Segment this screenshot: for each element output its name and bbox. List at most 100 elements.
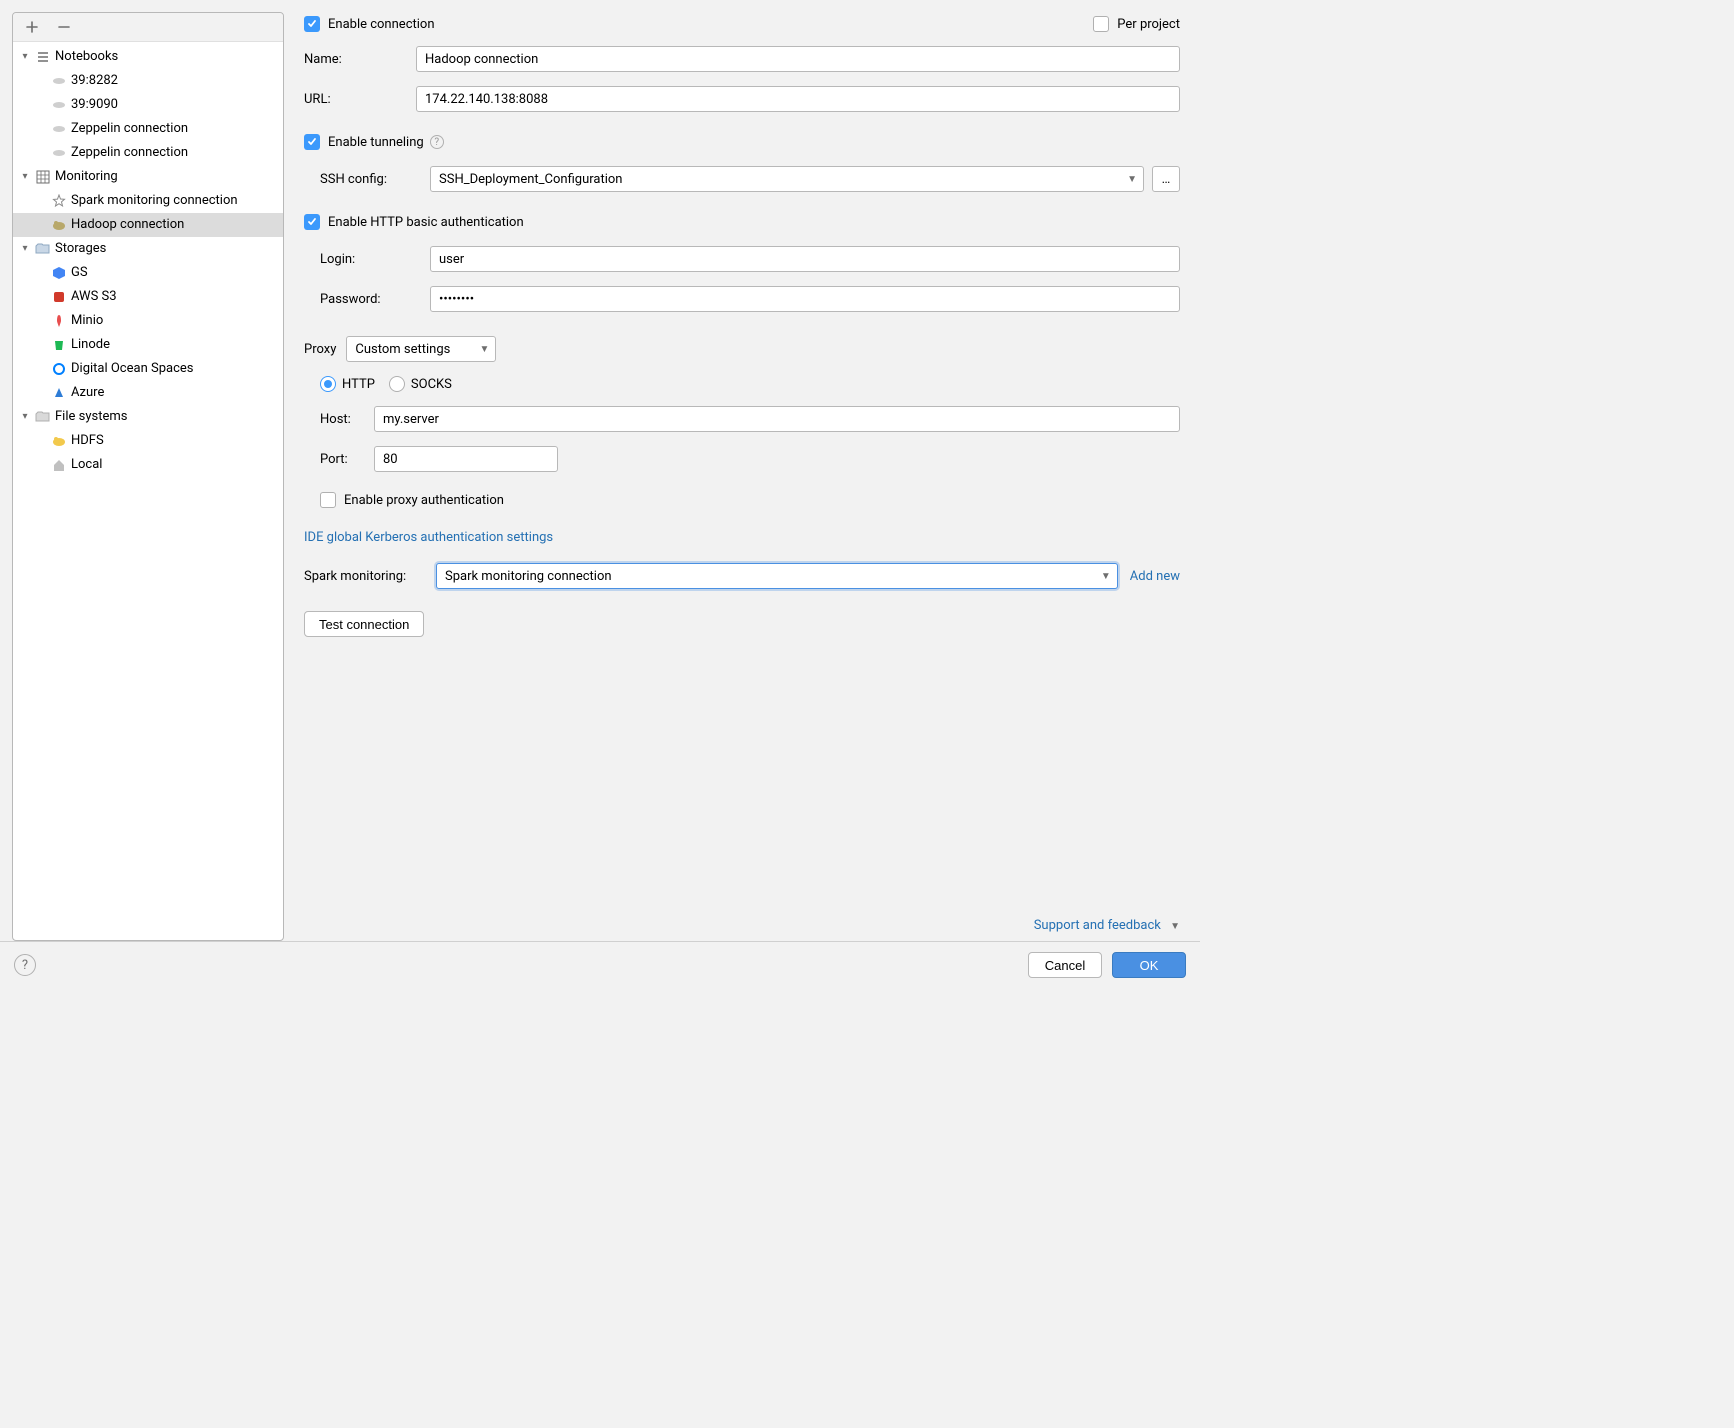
spark-monitoring-value: Spark monitoring connection <box>445 569 612 584</box>
ssh-config-label: SSH config: <box>320 172 430 187</box>
port-label: Port: <box>320 452 374 467</box>
login-label: Login: <box>320 252 430 267</box>
aws-icon <box>51 289 67 305</box>
tree-item[interactable]: 39:9090 <box>13 93 283 117</box>
zeppelin-icon <box>51 73 67 89</box>
proxy-label: Proxy <box>304 342 336 357</box>
url-input[interactable] <box>416 86 1180 112</box>
sidebar: ▾ Notebooks 39:8282 39:9090 Zeppelin con… <box>12 12 284 941</box>
tree-item-label: Zeppelin connection <box>71 143 188 163</box>
minio-icon <box>51 313 67 329</box>
per-project-checkbox[interactable] <box>1093 16 1109 32</box>
tree-item-label: Local <box>71 455 102 475</box>
help-button[interactable]: ? <box>14 954 36 976</box>
tree-group-monitoring[interactable]: ▾ Monitoring <box>13 165 283 189</box>
ok-button[interactable]: OK <box>1112 952 1186 978</box>
name-label: Name: <box>304 52 416 67</box>
enable-connection-checkbox[interactable] <box>304 16 320 32</box>
zeppelin-icon <box>51 97 67 113</box>
host-input[interactable] <box>374 406 1180 432</box>
hdfs-icon <box>51 433 67 449</box>
tree-item[interactable]: 39:8282 <box>13 69 283 93</box>
tree-item-label: HDFS <box>71 431 104 451</box>
form-panel: Enable connection Per project Name: URL:… <box>300 12 1188 941</box>
chevron-down-icon: ▾ <box>19 407 31 427</box>
tree-item-label: Zeppelin connection <box>71 119 188 139</box>
tree-item-label: 39:9090 <box>71 95 118 115</box>
enable-proxy-auth-checkbox[interactable] <box>320 492 336 508</box>
password-label: Password: <box>320 292 430 307</box>
enable-http-basic-label: Enable HTTP basic authentication <box>328 215 524 230</box>
tree-item[interactable]: Digital Ocean Spaces <box>13 357 283 381</box>
host-label: Host: <box>320 412 374 427</box>
add-button[interactable] <box>23 18 41 36</box>
tree-item-label: Spark monitoring connection <box>71 191 238 211</box>
table-icon <box>35 169 51 185</box>
tree-item[interactable]: Zeppelin connection <box>13 141 283 165</box>
proxy-mode-select[interactable]: Custom settings ▼ <box>346 336 496 362</box>
tree-item[interactable]: Linode <box>13 333 283 357</box>
dialog-footer: ? Cancel OK <box>0 941 1200 988</box>
tree-item-label: Azure <box>71 383 104 403</box>
enable-tunneling-label: Enable tunneling <box>328 135 424 150</box>
tree-item-label: Hadoop connection <box>71 215 184 235</box>
tree-group-notebooks[interactable]: ▾ Notebooks <box>13 45 283 69</box>
proxy-http-radio[interactable] <box>320 376 336 392</box>
chevron-down-icon: ▼ <box>1101 571 1111 582</box>
remove-button[interactable] <box>55 18 73 36</box>
login-input[interactable] <box>430 246 1180 272</box>
tree-item[interactable]: Local <box>13 453 283 477</box>
hadoop-icon <box>51 217 67 233</box>
folder-cloud-icon <box>35 241 51 257</box>
enable-connection-label: Enable connection <box>328 17 435 32</box>
support-feedback-link[interactable]: Support and feedback ▼ <box>1034 918 1180 933</box>
tree-item[interactable]: GS <box>13 261 283 285</box>
tree-item[interactable]: Minio <box>13 309 283 333</box>
tree-group-storages[interactable]: ▾ Storages <box>13 237 283 261</box>
tree-item[interactable]: AWS S3 <box>13 285 283 309</box>
name-input[interactable] <box>416 46 1180 72</box>
zeppelin-icon <box>51 145 67 161</box>
enable-tunneling-checkbox[interactable] <box>304 134 320 150</box>
per-project-label: Per project <box>1117 17 1180 32</box>
tree-group-label: Monitoring <box>55 167 118 187</box>
spark-icon <box>51 193 67 209</box>
proxy-socks-radio[interactable] <box>389 376 405 392</box>
enable-proxy-auth-label: Enable proxy authentication <box>344 493 504 508</box>
tree-group-label: Notebooks <box>55 47 118 67</box>
tree: ▾ Notebooks 39:8282 39:9090 Zeppelin con… <box>13 42 283 940</box>
test-connection-button[interactable]: Test connection <box>304 611 424 637</box>
chevron-down-icon: ▼ <box>1170 921 1180 932</box>
port-input[interactable] <box>374 446 558 472</box>
tree-item[interactable]: Azure <box>13 381 283 405</box>
notebooks-icon <box>35 49 51 65</box>
folder-icon <box>35 409 51 425</box>
add-new-link[interactable]: Add new <box>1130 569 1180 584</box>
kerberos-settings-link[interactable]: IDE global Kerberos authentication setti… <box>304 530 553 545</box>
azure-icon <box>51 385 67 401</box>
tree-item-label: GS <box>71 263 88 283</box>
tree-item-label: AWS S3 <box>71 287 117 307</box>
home-icon <box>51 457 67 473</box>
tree-item-label: Digital Ocean Spaces <box>71 359 193 379</box>
chevron-down-icon: ▾ <box>19 239 31 259</box>
enable-http-basic-checkbox[interactable] <box>304 214 320 230</box>
tree-item[interactable]: Zeppelin connection <box>13 117 283 141</box>
proxy-socks-label: SOCKS <box>411 377 452 392</box>
help-icon[interactable]: ? <box>430 135 444 149</box>
gs-icon <box>51 265 67 281</box>
ssh-config-select[interactable]: SSH_Deployment_Configuration ▼ <box>430 166 1144 192</box>
tree-group-label: File systems <box>55 407 127 427</box>
password-input[interactable] <box>430 286 1180 312</box>
tree-item-spark-monitoring[interactable]: Spark monitoring connection <box>13 189 283 213</box>
ssh-config-browse-button[interactable]: … <box>1152 166 1180 192</box>
cancel-button[interactable]: Cancel <box>1028 952 1102 978</box>
tree-item-hadoop-connection[interactable]: Hadoop connection <box>13 213 283 237</box>
tree-item[interactable]: HDFS <box>13 429 283 453</box>
tree-item-label: 39:8282 <box>71 71 118 91</box>
spark-monitoring-select[interactable]: Spark monitoring connection ▼ <box>436 563 1118 589</box>
proxy-mode-value: Custom settings <box>355 342 450 357</box>
sidebar-toolbar <box>13 13 283 42</box>
proxy-http-label: HTTP <box>342 377 375 392</box>
tree-group-filesystems[interactable]: ▾ File systems <box>13 405 283 429</box>
